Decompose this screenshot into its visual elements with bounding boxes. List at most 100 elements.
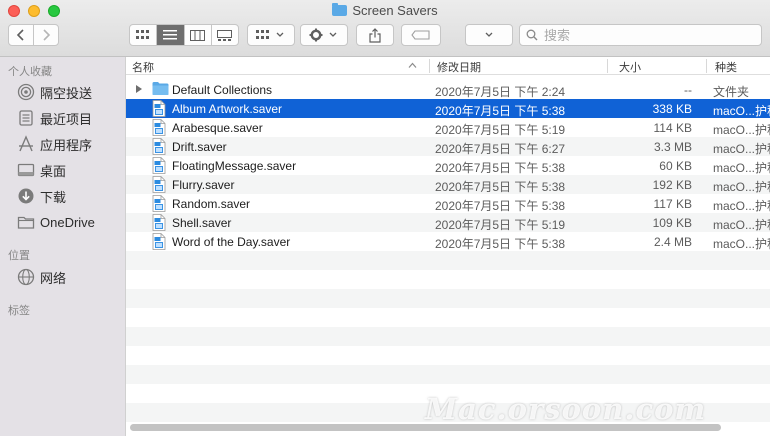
- empty-row-stripe: [126, 289, 770, 308]
- file-date: 2020年7月5日 下午 5:38: [435, 237, 566, 251]
- screen-saver-file-icon: [152, 176, 166, 196]
- column-divider[interactable]: [429, 59, 430, 73]
- file-date: 2020年7月5日 下午 6:27: [435, 142, 566, 156]
- file-name: Flurry.saver: [172, 178, 235, 192]
- search-icon: [526, 29, 538, 41]
- group-by-button[interactable]: [247, 24, 295, 46]
- file-row[interactable]: Album Artwork.saver 2020年7月5日 下午 5:38 338 …: [126, 99, 770, 118]
- back-button[interactable]: [9, 25, 33, 45]
- file-list: 名称 修改日期 大小 种类 Default Collections 2020年7月…: [126, 57, 770, 436]
- file-date: 2020年7月5日 下午 5:38: [435, 180, 566, 194]
- icon-view-button[interactable]: [130, 25, 158, 45]
- screen-saver-file-icon: [152, 233, 166, 253]
- file-row[interactable]: Default Collections 2020年7月5日 下午 2:24 -- 文件…: [126, 80, 770, 99]
- list-view-button[interactable]: [157, 25, 185, 45]
- sidebar-item-recents[interactable]: 最近项目: [17, 107, 92, 129]
- recents-icon: [17, 109, 35, 127]
- search-input[interactable]: [544, 27, 744, 43]
- sidebar-item-network[interactable]: 网络: [17, 266, 66, 288]
- file-size: 2.4 MB: [653, 235, 692, 249]
- sidebar-item-applications[interactable]: 应用程序: [17, 133, 92, 155]
- file-size: 192 KB: [652, 178, 692, 192]
- file-date: 2020年7月5日 下午 5:38: [435, 161, 566, 175]
- tags-button[interactable]: [401, 24, 441, 46]
- file-size: --: [684, 83, 692, 97]
- sidebar-item-onedrive[interactable]: OneDrive: [17, 211, 95, 233]
- action-menu-button[interactable]: [300, 24, 348, 46]
- column-header-date[interactable]: 修改日期: [437, 59, 481, 74]
- sidebar-heading-tags: 标签: [8, 305, 30, 317]
- screen-saver-file-icon: [152, 214, 166, 234]
- gear-icon: [309, 28, 337, 42]
- file-date: 2020年7月5日 下午 5:19: [435, 218, 566, 232]
- view-mode-selector: [129, 24, 239, 46]
- file-name: Random.saver: [172, 197, 251, 211]
- file-size: 60 KB: [659, 159, 692, 173]
- file-kind: 文件夹: [713, 85, 750, 99]
- file-size: 117 KB: [653, 197, 692, 211]
- empty-row-stripe: [126, 365, 770, 384]
- screen-saver-file-icon: [152, 100, 166, 120]
- column-divider[interactable]: [607, 59, 608, 73]
- folder-icon: [152, 81, 169, 99]
- file-name: Default Collections: [172, 83, 273, 97]
- sidebar-item-label: 应用程序: [40, 137, 93, 153]
- sidebar-item-airdrop[interactable]: 隔空投送: [17, 81, 92, 103]
- sidebar-item-desktop[interactable]: 桌面: [17, 159, 66, 181]
- navigation-buttons: [8, 24, 59, 46]
- window-title: Screen Savers: [0, 3, 770, 18]
- file-date: 2020年7月5日 下午 5:19: [435, 123, 566, 137]
- file-date: 2020年7月5日 下午 2:24: [435, 85, 566, 99]
- screen-saver-file-icon: [152, 138, 166, 158]
- folder-icon: [17, 213, 35, 231]
- path-menu-button[interactable]: [465, 24, 513, 46]
- disclosure-triangle-icon[interactable]: [135, 84, 143, 96]
- screen-saver-file-icon: [152, 157, 166, 177]
- gallery-view-button[interactable]: [212, 25, 238, 45]
- file-row[interactable]: Random.saver 2020年7月5日 下午 5:38 117 KB macO.…: [126, 194, 770, 213]
- search-field[interactable]: [519, 24, 762, 46]
- finder-window: Screen Savers 搜索 个人收藏 隔空投送 最近项目 应用程序 桌面 …: [0, 0, 770, 436]
- file-size: 338 KB: [652, 102, 692, 116]
- file-row[interactable]: Flurry.saver 2020年7月5日 下午 5:38 192 KB macO.…: [126, 175, 770, 194]
- file-row[interactable]: Arabesque.saver 2020年7月5日 下午 5:19 114 KB ma…: [126, 118, 770, 137]
- file-date: 2020年7月5日 下午 5:38: [435, 199, 566, 213]
- screen-saver-file-icon: [152, 119, 166, 139]
- sidebar-item-label: 隔空投送: [40, 85, 93, 101]
- file-kind: macO...护程序: [713, 104, 770, 118]
- column-view-button[interactable]: [185, 25, 212, 45]
- file-name: FloatingMessage.saver: [172, 159, 297, 173]
- sidebar-heading-favorites: 个人收藏: [8, 66, 52, 78]
- column-header-size[interactable]: 大小: [619, 59, 641, 74]
- file-row[interactable]: Shell.saver 2020年7月5日 下午 5:19 109 KB macO..…: [126, 213, 770, 232]
- sort-ascending-icon: [408, 61, 417, 71]
- gallery-icon: [217, 29, 233, 41]
- chevron-left-icon: [16, 29, 24, 41]
- file-name: Drift.saver: [172, 140, 227, 154]
- file-row[interactable]: FloatingMessage.saver 2020年7月5日 下午 5:38 60…: [126, 156, 770, 175]
- sidebar-item-downloads[interactable]: 下载: [17, 185, 66, 207]
- column-divider[interactable]: [706, 59, 707, 73]
- file-kind: macO...护程序: [713, 199, 770, 213]
- column-header-kind[interactable]: 种类: [715, 59, 737, 74]
- watermark: Mac.orsoon.com: [425, 392, 707, 426]
- file-size: 109 KB: [652, 216, 692, 230]
- window-title-label: Screen Savers: [352, 3, 438, 18]
- columns-icon: [190, 29, 206, 41]
- file-name: Word of the Day.saver: [172, 235, 291, 249]
- applications-icon: [17, 135, 35, 153]
- column-header-name[interactable]: 名称: [132, 59, 154, 74]
- forward-button[interactable]: [33, 25, 58, 45]
- toolbar: Screen Savers: [0, 0, 770, 57]
- empty-row-stripe: [126, 327, 770, 346]
- network-icon: [17, 268, 35, 286]
- sidebar-item-label: 最近项目: [40, 111, 93, 127]
- sidebar-item-label: 网络: [40, 270, 67, 286]
- file-name: Shell.saver: [172, 216, 232, 230]
- sidebar-item-label: 桌面: [40, 163, 67, 179]
- file-row[interactable]: Word of the Day.saver 2020年7月5日 下午 5:38 2.…: [126, 232, 770, 251]
- file-size: 114 KB: [653, 121, 692, 135]
- file-kind: macO...护程序: [713, 123, 770, 137]
- share-button[interactable]: [356, 24, 394, 46]
- file-row[interactable]: Drift.saver 2020年7月5日 下午 6:27 3.3 MB macO..…: [126, 137, 770, 156]
